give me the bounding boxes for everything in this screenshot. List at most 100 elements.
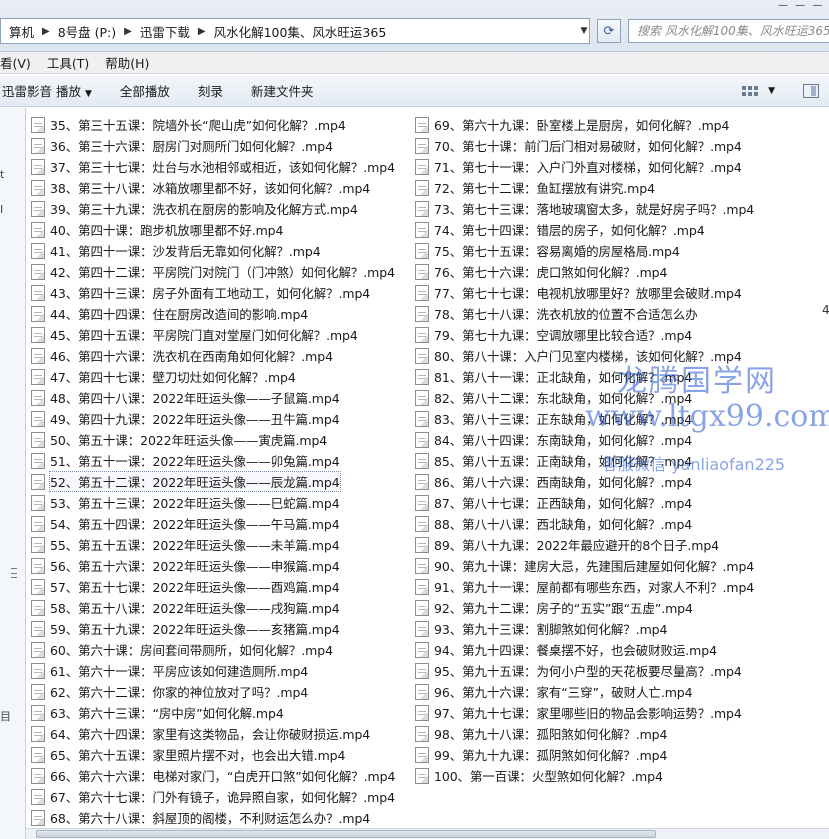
file-item[interactable]: 81、第八十一课：正北缺角，如何化解？.mp4 [415, 366, 829, 387]
file-item[interactable]: 90、第九十课：建房大忌，先建围后建屋如何化解？.mp4 [415, 555, 829, 576]
breadcrumb-downloads[interactable]: 迅雷下载 [134, 22, 196, 41]
breadcrumb-separator-icon[interactable]: ▶ [122, 26, 134, 37]
address-dropdown-icon[interactable]: ▼ [576, 21, 592, 41]
file-item[interactable]: 40、第四十课：跑步机放哪里都不好.mp4 [31, 219, 411, 240]
horizontal-scrollbar[interactable] [26, 828, 829, 839]
file-item[interactable]: 77、第七十七课：电视机放哪里好？放哪里会破财.mp4 [415, 282, 829, 303]
file-item[interactable]: 95、第九十五课：为何小户型的天花板要尽量高？.mp4 [415, 660, 829, 681]
file-item[interactable]: 62、第六十二课：你家的神位放对了吗？.mp4 [31, 681, 411, 702]
file-item[interactable]: 66、第六十六课：电梯对家门，“白虎开口煞”如何化解？.mp4 [31, 765, 411, 786]
file-item[interactable]: 83、第八十三课：正东缺角，如何化解？.mp4 [415, 408, 829, 429]
search-box[interactable] [628, 19, 829, 43]
file-item[interactable]: 74、第七十四课：错层的房子，如何化解？.mp4 [415, 219, 829, 240]
file-item[interactable]: 70、第七十课：前门后门相对易破财，如何化解？.mp4 [415, 135, 829, 156]
file-name: 100、第一百课：火型煞如何化解？.mp4 [434, 769, 663, 784]
file-item[interactable]: 50、第五十课：2022年旺运头像——寅虎篇.mp4 [31, 429, 411, 450]
file-item[interactable]: 86、第八十六课：西南缺角，如何化解？.mp4 [415, 471, 829, 492]
view-options-icon[interactable] [742, 83, 762, 99]
file-item[interactable]: 78、第七十八课：洗衣机放的位置不合适怎么办 [415, 303, 829, 324]
file-item[interactable]: 36、第三十六课：厨房门对厕所门如何化解？.mp4 [31, 135, 411, 156]
file-item[interactable]: 80、第八十课：入户门见室内楼梯，该如何化解？.mp4 [415, 345, 829, 366]
file-item[interactable]: 51、第五十一课：2022年旺运头像——卯兔篇.mp4 [31, 450, 411, 471]
file-item[interactable]: 43、第四十三课：房子外面有工地动工，如何化解？.mp4 [31, 282, 411, 303]
file-item[interactable]: 68、第六十八课：斜屋顶的阁楼，不利财运怎么办？.mp4 [31, 807, 411, 828]
file-item[interactable]: 52、第五十二课：2022年旺运头像——辰龙篇.mp4 [31, 471, 411, 492]
file-item[interactable]: 58、第五十八课：2022年旺运头像——戌狗篇.mp4 [31, 597, 411, 618]
pane-resize-grip-icon[interactable] [11, 568, 17, 578]
chevron-down-icon[interactable]: ▼ [85, 89, 92, 99]
menu-view[interactable]: 看(V) [0, 53, 39, 72]
file-item[interactable]: 96、第九十六课：家有“三穿”，破财人亡.mp4 [415, 681, 829, 702]
file-name: 81、第八十一课：正北缺角，如何化解？.mp4 [434, 370, 693, 385]
chevron-down-icon[interactable]: ▼ [768, 86, 775, 96]
video-file-icon [415, 494, 429, 511]
file-item[interactable]: 82、第八十二课：东北缺角，如何化解？.mp4 [415, 387, 829, 408]
file-item[interactable]: 61、第六十一课：平房应该如何建造厕所.mp4 [31, 660, 411, 681]
file-item[interactable]: 55、第五十五课：2022年旺运头像——未羊篇.mp4 [31, 534, 411, 555]
menu-tools[interactable]: 工具(T) [39, 53, 97, 72]
file-item[interactable]: 69、第六十九课：卧室楼上是厨房，如何化解？.mp4 [415, 114, 829, 135]
burn-button[interactable]: 刻录 [184, 81, 237, 100]
navigation-pane[interactable]: t I 目 [0, 108, 26, 839]
file-item[interactable]: 49、第四十九课：2022年旺运头像——丑牛篇.mp4 [31, 408, 411, 429]
file-item[interactable]: 72、第七十二课：鱼缸摆放有讲究.mp4 [415, 177, 829, 198]
file-item[interactable]: 79、第七十九课：空调放哪里比较合适？.mp4 [415, 324, 829, 345]
breadcrumb-computer[interactable]: 算机 [3, 22, 40, 41]
file-item[interactable]: 41、第四十一课：沙发背后无靠如何化解？.mp4 [31, 240, 411, 261]
file-item[interactable]: 57、第五十七课：2022年旺运头像——酉鸡篇.mp4 [31, 576, 411, 597]
file-item[interactable]: 94、第九十四课：餐桌摆不好，也会破财败运.mp4 [415, 639, 829, 660]
file-item[interactable]: 39、第三十九课：洗衣机在厨房的影响及化解方式.mp4 [31, 198, 411, 219]
scrollbar-thumb[interactable] [36, 830, 656, 838]
file-item[interactable]: 88、第八十八课：西北缺角，如何化解？.mp4 [415, 513, 829, 534]
preview-pane-icon[interactable] [803, 84, 819, 98]
file-item[interactable]: 93、第九十三课：割脚煞如何化解？.mp4 [415, 618, 829, 639]
file-item[interactable]: 91、第九十一课：屋前都有哪些东西，对家人不利？.mp4 [415, 576, 829, 597]
file-item[interactable]: 35、第三十五课：院墙外长“爬山虎”如何化解？.mp4 [31, 114, 411, 135]
file-item[interactable]: 87、第八十七课：正西缺角，如何化解？.mp4 [415, 492, 829, 513]
file-item[interactable]: 59、第五十九课：2022年旺运头像——亥猪篇.mp4 [31, 618, 411, 639]
window-controls[interactable]: — — — [778, 0, 824, 11]
file-item[interactable]: 76、第七十六课：虎口煞如何化解？.mp4 [415, 261, 829, 282]
file-item[interactable]: 73、第七十三课：落地玻璃窗太多，就是好房子吗？.mp4 [415, 198, 829, 219]
file-item[interactable]: 63、第六十三课：“房中房”如何化解.mp4 [31, 702, 411, 723]
file-item[interactable]: 99、第九十九课：孤阴煞如何化解？.mp4 [415, 744, 829, 765]
file-item[interactable]: 65、第六十五课：家里照片摆不对，也会出大错.mp4 [31, 744, 411, 765]
file-item[interactable]: 47、第四十七课：壁刀切灶如何化解？.mp4 [31, 366, 411, 387]
file-item[interactable]: 89、第八十九课：2022年最应避开的8个日子.mp4 [415, 534, 829, 555]
breadcrumb-current-folder[interactable]: 风水化解100集、风水旺运365 [208, 22, 393, 41]
breadcrumb-drive[interactable]: 8号盘 (P:) [52, 22, 122, 41]
file-item[interactable]: 37、第三十七课：灶台与水池相邻或相近，该如何化解？.mp4 [31, 156, 411, 177]
breadcrumb-separator-icon[interactable]: ▶ [40, 26, 52, 37]
file-item[interactable]: 48、第四十八课：2022年旺运头像——子鼠篇.mp4 [31, 387, 411, 408]
menu-help[interactable]: 帮助(H) [97, 53, 157, 72]
file-item[interactable]: 92、第九十二课：房子的“五实”跟“五虚”.mp4 [415, 597, 829, 618]
file-item[interactable]: 46、第四十六课：洗衣机在西南角如何化解？.mp4 [31, 345, 411, 366]
file-item[interactable]: 75、第七十五课：容易离婚的房屋格局.mp4 [415, 240, 829, 261]
file-item[interactable]: 42、第四十二课：平房院门对院门（门冲煞）如何化解？.mp4 [31, 261, 411, 282]
file-item[interactable]: 71、第七十一课：入户门外直对楼梯，如何化解？.mp4 [415, 156, 829, 177]
file-name: 47、第四十七课：壁刀切灶如何化解？.mp4 [50, 370, 296, 385]
breadcrumb[interactable]: 算机 ▶ 8号盘 (P:) ▶ 迅雷下载 ▶ 风水化解100集、风水旺运365 [0, 18, 590, 44]
file-item[interactable]: 64、第六十四课：家里有这类物品，会让你破财损运.mp4 [31, 723, 411, 744]
file-item[interactable]: 45、第四十五课：平房院门直对堂屋门如何化解？.mp4 [31, 324, 411, 345]
file-item[interactable]: 100、第一百课：火型煞如何化解？.mp4 [415, 765, 829, 786]
video-file-icon [31, 788, 45, 805]
file-item[interactable]: 53、第五十三课：2022年旺运头像——巳蛇篇.mp4 [31, 492, 411, 513]
file-item[interactable]: 98、第九十八课：孤阳煞如何化解？.mp4 [415, 723, 829, 744]
breadcrumb-separator-icon[interactable]: ▶ [196, 26, 208, 37]
search-input[interactable] [629, 20, 829, 42]
file-item[interactable]: 54、第五十四课：2022年旺运头像——午马篇.mp4 [31, 513, 411, 534]
refresh-icon[interactable]: ⟳ [597, 19, 621, 43]
file-item[interactable]: 60、第六十课：房间套间带厕所，如何化解？.mp4 [31, 639, 411, 660]
file-name: 61、第六十一课：平房应该如何建造厕所.mp4 [50, 664, 309, 679]
play-with-xunlei-button[interactable]: 迅雷影音 播放 ▼ [0, 81, 106, 100]
new-folder-button[interactable]: 新建文件夹 [237, 81, 328, 100]
file-item[interactable]: 38、第三十八课：冰箱放哪里都不好，该如何化解？.mp4 [31, 177, 411, 198]
file-item[interactable]: 97、第九十七课：家里哪些旧的物品会影响运势？.mp4 [415, 702, 829, 723]
file-item[interactable]: 85、第八十五课：正南缺角，如何化解？.mp4 [415, 450, 829, 471]
file-item[interactable]: 67、第六十七课：门外有镜子，诡异照自家，如何化解？.mp4 [31, 786, 411, 807]
file-item[interactable]: 84、第八十四课：东南缺角，如何化解？.mp4 [415, 429, 829, 450]
file-item[interactable]: 44、第四十四课：住在厨房改造间的影响.mp4 [31, 303, 411, 324]
file-item[interactable]: 56、第五十六课：2022年旺运头像——申猴篇.mp4 [31, 555, 411, 576]
play-all-button[interactable]: 全部播放 [106, 81, 184, 100]
